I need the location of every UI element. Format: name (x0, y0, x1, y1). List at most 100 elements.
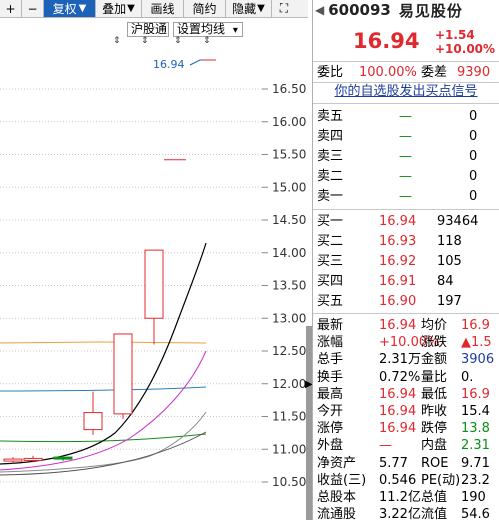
buy-level-volume: 105 (437, 254, 462, 269)
sell-level-label: 卖二 (317, 169, 344, 184)
stat-row: 最新 16.94 均价 16.9 (313, 316, 499, 335)
stat-label: 总手 (317, 352, 344, 368)
sell-level-price: — (399, 149, 412, 164)
kline-chart-svg: 16.50 16.00 15.50 15.00 14.50 14.00 13.50 13.00… (0, 58, 306, 489)
stat-value: 5.77 (379, 455, 408, 471)
stock-name: 易见股份 (398, 1, 463, 20)
divider (313, 313, 499, 314)
stat-value: 9.71 (461, 455, 490, 471)
sell-level-label: 卖四 (317, 129, 344, 144)
buy-signal-link[interactable]: 你的自选股发出买点信号 (313, 82, 499, 102)
stat-value: 16.94 (379, 404, 417, 419)
stat-row: 今开 16.94 昨收 15.4 (313, 402, 499, 421)
stat-label: 最高 (317, 386, 344, 402)
candle-body (53, 456, 73, 460)
y-axis-label: 13.50 (272, 279, 306, 293)
y-axis-label: 14.00 (272, 246, 306, 260)
sell-level-volume: 0 (469, 129, 478, 144)
stat-value: ▲1.5 (461, 335, 492, 351)
adjust-label: 复权 (52, 2, 77, 16)
hide-dropdown[interactable]: 隐藏 ▼ (226, 0, 272, 17)
overlay-dropdown[interactable]: 叠加 ▼ (96, 0, 142, 17)
sell-level-row: 卖五 — 0 (313, 107, 499, 126)
connect-tag[interactable]: 沪股通 (127, 22, 169, 37)
price-marker: 16.94 (153, 58, 185, 71)
sell-level-label: 卖一 (317, 189, 344, 204)
sell-level-volume: 0 (469, 149, 478, 164)
buy-level-row: 买一 16.94 93464 (313, 212, 499, 231)
moving-average-line (0, 242, 207, 465)
buy-level-price: 16.93 (379, 234, 417, 249)
stat-label: 今开 (317, 404, 344, 419)
stat-label: 流通股 (317, 507, 357, 520)
sell-level-price: — (399, 169, 412, 184)
stat-label: PE(动) (421, 472, 461, 488)
y-axis-label: 14.50 (272, 213, 306, 227)
moving-average-line (0, 431, 207, 476)
kline-chart[interactable]: 16.50 16.00 15.50 15.00 14.50 14.00 13.50 13.00… (0, 38, 306, 520)
ma-settings-dropdown[interactable]: 设置均线 ▾ (173, 22, 243, 37)
stat-label: ROE (421, 455, 449, 471)
y-axis-label: 12.00 (272, 377, 306, 391)
chevron-down-icon: ▼ (257, 3, 265, 14)
buy-level-label: 买二 (317, 234, 344, 249)
buy-level-label: 买五 (317, 294, 344, 309)
stat-row: 涨停 16.94 跌停 13.8 (313, 419, 499, 438)
stat-value: 15.4 (461, 404, 490, 419)
sell-level-price: — (399, 129, 412, 144)
zoom-out-button[interactable]: − (22, 0, 44, 17)
sell-level-row: 卖四 — 0 (313, 127, 499, 146)
price-change: +1.54 (435, 28, 475, 42)
zoom-in-button[interactable]: + (0, 0, 22, 17)
weibi-row: 委比 100.00% 委差 9390 (313, 63, 499, 82)
buy-level-row: 买四 16.91 84 (313, 272, 499, 291)
weibi-label: 委比 (317, 65, 344, 80)
buy-level-price: 16.91 (379, 274, 417, 289)
stat-label: 换手 (317, 369, 344, 385)
buy-level-label: 买一 (317, 214, 344, 229)
stat-value: 16.9 (461, 318, 490, 333)
quote-panel: ◀ 600093 易见股份 16.94 +1.54 +10.00% 委比 100… (313, 0, 499, 520)
price-change-pct: +10.00% (435, 42, 496, 56)
stat-label: 最新 (317, 318, 344, 333)
stat-value: 0.546 (379, 472, 417, 488)
overlay-label: 叠加 (102, 2, 127, 16)
divider (313, 61, 499, 62)
stat-label: 涨停 (317, 421, 344, 437)
buy-level-row: 买三 16.92 105 (313, 252, 499, 271)
y-axis-label: 15.00 (272, 180, 306, 194)
weicha-value: 9390 (457, 65, 491, 80)
collapse-triangle-icon[interactable]: ◀ (315, 3, 324, 17)
moving-average-line (0, 411, 207, 473)
sell-level-label: 卖五 (317, 109, 344, 124)
stat-value: 190 (461, 490, 486, 505)
stat-value: 0. (461, 369, 474, 385)
stat-value: 23.2 (461, 472, 490, 488)
stat-label: 涨跌 (421, 335, 448, 351)
stat-value: 16.94 (379, 318, 417, 333)
sell-level-volume: 0 (469, 189, 478, 204)
candle-body (3, 458, 23, 462)
stat-value: 16.94 (379, 421, 417, 437)
stat-label: 最低 (421, 386, 448, 402)
simple-mode-button[interactable]: 简约 (184, 0, 226, 17)
buy-level-label: 买三 (317, 254, 344, 269)
draw-line-button[interactable]: 画线 (142, 0, 184, 17)
stat-value: 3.22亿 (379, 507, 421, 520)
y-axis-label: 12.50 (272, 344, 306, 358)
adjust-dropdown[interactable]: 复权 ▼ (44, 0, 96, 17)
stat-label: 净资产 (317, 455, 357, 471)
weibi-value: 100.00% (359, 65, 417, 80)
stat-value: 2.31万 (379, 352, 421, 368)
buy-level-row: 买二 16.93 118 (313, 232, 499, 251)
stat-label: 总股本 (317, 490, 357, 505)
stat-label: 量比 (421, 369, 448, 385)
stat-row: 总手 2.31万 金额 3906 (313, 350, 499, 369)
sell-level-row: 卖二 — 0 (313, 167, 499, 186)
sell-level-row: 卖一 — 0 (313, 187, 499, 206)
buy-level-price: 16.92 (379, 254, 417, 269)
sell-level-price: — (399, 109, 412, 124)
y-axis-label: 16.00 (272, 115, 306, 129)
fullscreen-icon[interactable]: ⛶ (272, 0, 296, 17)
stat-label: 流值 (421, 507, 448, 520)
